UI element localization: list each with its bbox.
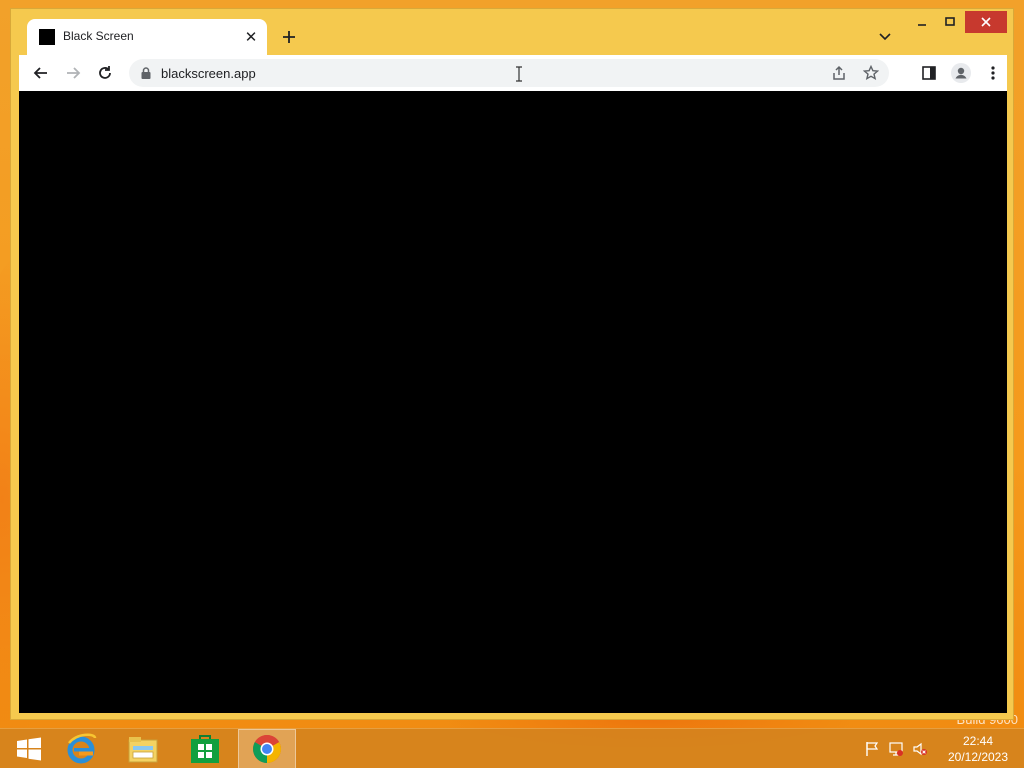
bookmark-button[interactable] xyxy=(861,63,881,83)
plus-icon xyxy=(283,31,295,43)
chrome-icon xyxy=(253,735,281,763)
side-panel-icon xyxy=(922,66,936,80)
volume-muted-icon xyxy=(913,742,927,756)
taskbar-store[interactable] xyxy=(176,729,234,768)
kebab-menu-icon xyxy=(991,66,995,80)
arrow-right-icon xyxy=(67,67,81,79)
title-bar: Black Screen ✕ xyxy=(11,9,1013,55)
close-icon xyxy=(981,17,991,27)
tab-title: Black Screen xyxy=(63,29,134,43)
minimize-button[interactable] xyxy=(909,11,935,33)
taskbar-internet-explorer[interactable] xyxy=(52,729,110,768)
url-text: blackscreen.app xyxy=(161,66,256,81)
share-button[interactable] xyxy=(829,63,849,83)
maximize-icon xyxy=(945,17,955,26)
arrow-left-icon xyxy=(33,67,47,79)
browser-tab[interactable]: Black Screen ✕ xyxy=(27,19,267,55)
back-button[interactable] xyxy=(29,61,53,85)
flag-icon xyxy=(866,742,879,756)
share-icon xyxy=(833,65,845,80)
new-tab-button[interactable] xyxy=(277,25,301,49)
forward-button[interactable] xyxy=(61,61,85,85)
tab-favicon-icon xyxy=(39,29,55,45)
side-panel-button[interactable] xyxy=(917,61,941,85)
file-explorer-icon xyxy=(128,737,158,763)
text-cursor-icon xyxy=(516,66,522,82)
address-bar[interactable]: blackscreen.app xyxy=(129,59,889,87)
taskbar: 22:44 20/12/2023 xyxy=(0,728,1024,768)
browser-window: Black Screen ✕ blackscreen.app xyxy=(10,8,1014,720)
start-icon xyxy=(17,737,41,761)
taskbar-chrome[interactable] xyxy=(238,729,296,768)
avatar-icon xyxy=(951,63,971,83)
reload-icon xyxy=(99,66,111,79)
menu-button[interactable] xyxy=(981,61,1005,85)
minimize-icon xyxy=(918,24,926,26)
tab-close-icon[interactable]: ✕ xyxy=(241,27,261,47)
network-button[interactable] xyxy=(888,741,904,757)
internet-explorer-icon xyxy=(67,733,97,764)
store-icon xyxy=(191,735,219,763)
system-clock[interactable]: 22:44 20/12/2023 xyxy=(940,733,1016,765)
page-content[interactable] xyxy=(19,91,1007,713)
maximize-button[interactable] xyxy=(937,11,963,33)
taskbar-file-explorer[interactable] xyxy=(114,729,172,768)
star-icon xyxy=(863,65,879,80)
browser-toolbar: blackscreen.app xyxy=(19,55,1007,91)
network-icon xyxy=(889,742,903,756)
lock-icon[interactable] xyxy=(139,66,153,80)
start-button[interactable] xyxy=(0,729,58,768)
action-center-button[interactable] xyxy=(864,741,880,757)
profile-button[interactable] xyxy=(949,61,973,85)
clock-date: 20/12/2023 xyxy=(947,750,1009,764)
tab-search-button[interactable] xyxy=(875,27,895,47)
reload-button[interactable] xyxy=(93,61,117,85)
close-window-button[interactable] xyxy=(965,11,1007,33)
clock-time: 22:44 xyxy=(962,734,994,748)
chevron-down-icon xyxy=(879,33,891,41)
volume-button[interactable] xyxy=(912,741,928,757)
